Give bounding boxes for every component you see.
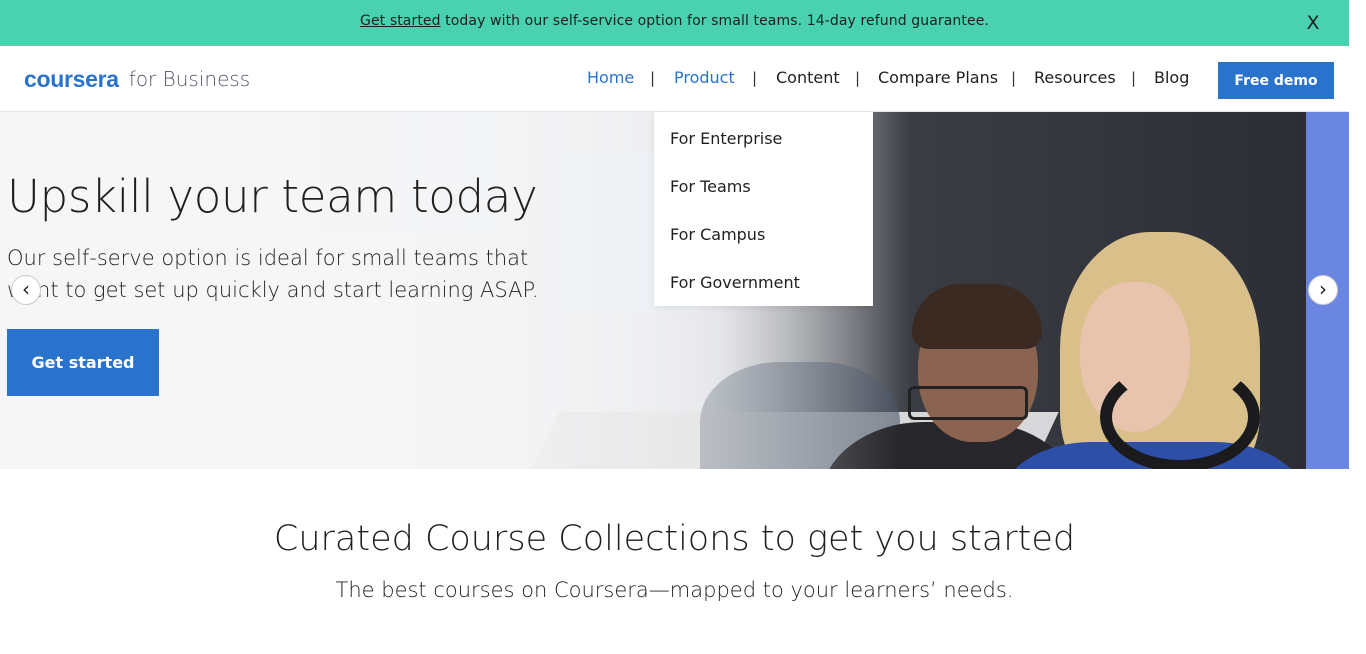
nav-product[interactable]: Product xyxy=(674,68,735,87)
get-started-button[interactable]: Get started xyxy=(7,329,159,396)
coursera-logo-wordmark: coursera xyxy=(24,65,119,92)
nav-content[interactable]: Content xyxy=(776,68,840,87)
promo-banner: Get started today with our self-service … xyxy=(0,0,1349,46)
free-demo-button[interactable]: Free demo xyxy=(1218,62,1334,99)
promo-text: Get started today with our self-service … xyxy=(0,13,1349,29)
nav-blog[interactable]: Blog xyxy=(1154,68,1189,87)
close-icon[interactable]: X xyxy=(1303,12,1323,34)
hero-subtitle: Our self-serve option is ideal for small… xyxy=(7,246,539,302)
promo-get-started-link[interactable]: Get started xyxy=(360,13,441,29)
dropdown-item-enterprise[interactable]: For Enterprise xyxy=(670,129,782,148)
logo-suffix: for Business xyxy=(128,67,251,91)
glasses-icon xyxy=(908,386,1028,420)
site-header: coursera for Business Home | Product | C… xyxy=(0,46,1349,112)
headphones-icon xyxy=(1100,362,1260,469)
nav-resources[interactable]: Resources xyxy=(1034,68,1116,87)
product-dropdown-menu: For Enterprise For Teams For Campus For … xyxy=(654,112,873,306)
section-title: Curated Course Collections to get you st… xyxy=(273,519,1076,559)
nav-separator: | xyxy=(752,69,758,87)
chevron-right-icon[interactable]: › xyxy=(1308,275,1338,305)
section-subtitle: The best courses on Coursera—mapped to y… xyxy=(335,578,1014,602)
hero-man-hair xyxy=(912,284,1042,349)
nav-separator: | xyxy=(1011,69,1017,87)
promo-message: today with our self-service option for s… xyxy=(440,13,989,29)
dropdown-item-government[interactable]: For Government xyxy=(670,273,800,292)
coursera-for-business-logo[interactable]: coursera for Business xyxy=(24,65,251,92)
nav-compare-plans[interactable]: Compare Plans xyxy=(878,68,998,87)
chevron-left-icon[interactable]: ‹ xyxy=(11,275,41,305)
nav-home[interactable]: Home xyxy=(587,68,634,87)
dropdown-item-campus[interactable]: For Campus xyxy=(670,225,765,244)
hero-title: Upskill your team today xyxy=(7,170,538,223)
dropdown-item-teams[interactable]: For Teams xyxy=(670,177,751,196)
hero-banner: Upskill your team today Our self-serve o… xyxy=(0,112,1306,469)
nav-separator: | xyxy=(1131,69,1137,87)
nav-separator: | xyxy=(855,69,861,87)
nav-separator: | xyxy=(650,69,656,87)
